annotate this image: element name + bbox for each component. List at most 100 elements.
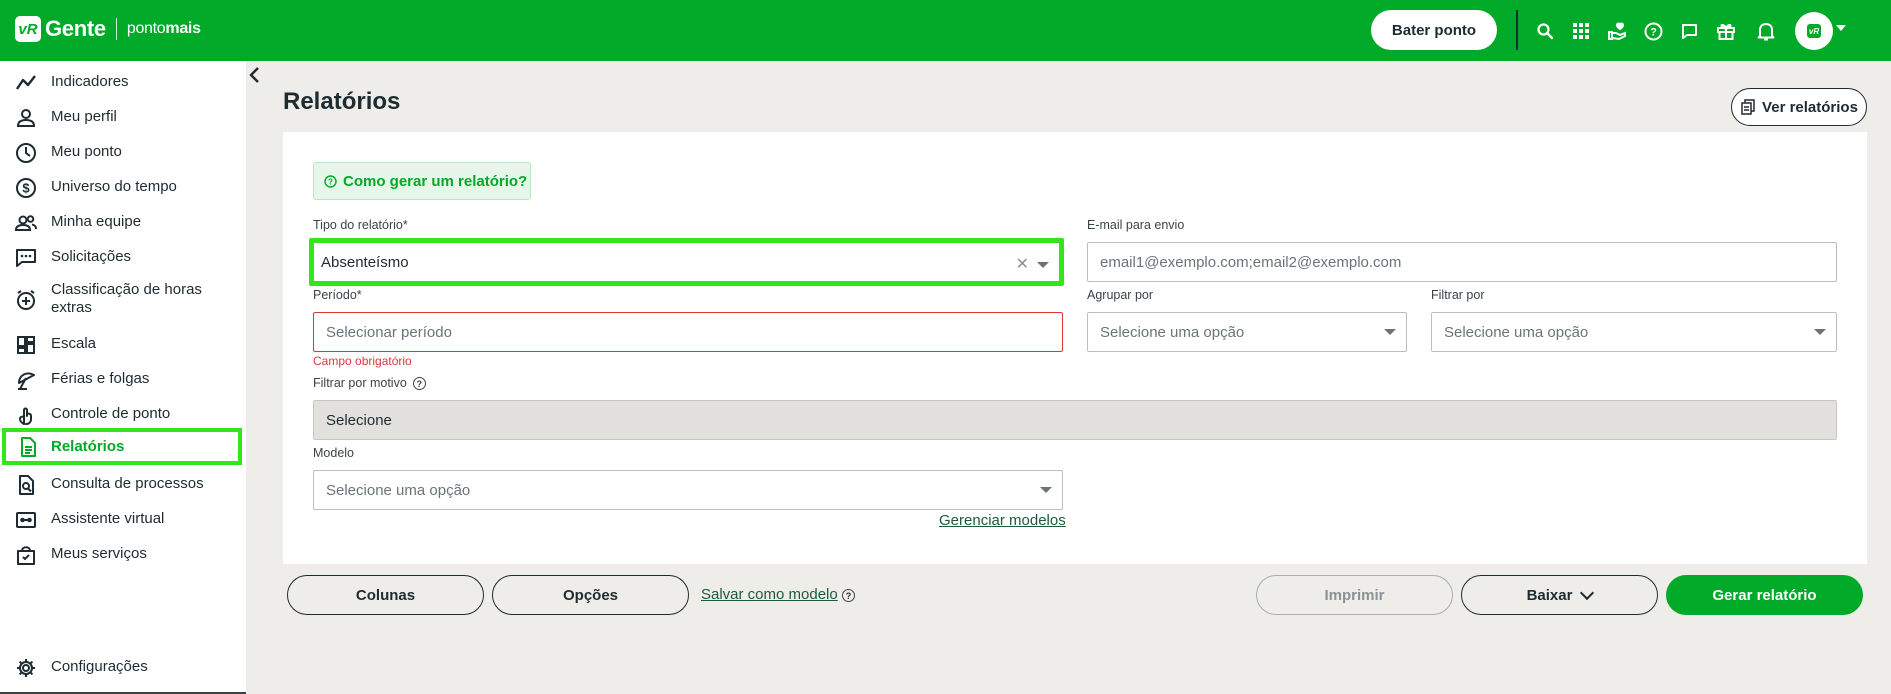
top-bar: vR Gente pontomais Bater ponto ? vR (0, 0, 1891, 61)
help-icon[interactable]: ? (1642, 20, 1664, 42)
sidebar-item-label: Escala (51, 335, 97, 352)
sidebar-item-ferias-folgas[interactable]: Férias e folgas (0, 367, 246, 391)
email-placeholder: email1@exemplo.com;email2@exemplo.com (1100, 253, 1402, 271)
sidebar-item-label: Assistente virtual (51, 510, 165, 527)
agrupar-select[interactable]: Selecione uma opção (1087, 312, 1407, 352)
agrupar-label: Agrupar por (1087, 288, 1154, 302)
handshake-icon[interactable] (1606, 20, 1628, 42)
gerar-relatorio-button[interactable]: Gerar relatório (1666, 575, 1863, 615)
clock-icon (15, 142, 37, 164)
user-avatar[interactable]: vR (1795, 12, 1833, 50)
sidebar-item-label: Meus serviços (51, 545, 147, 562)
fingerprint-icon (15, 404, 37, 426)
baixar-button[interactable]: Baixar (1461, 575, 1658, 615)
chevron-down-icon (1580, 585, 1595, 600)
baixar-label: Baixar (1526, 586, 1573, 604)
document-icon (17, 436, 39, 458)
chevron-down-icon (1384, 329, 1396, 335)
ver-relatorios-button[interactable]: Ver relatórios (1731, 88, 1867, 126)
periodo-error: Campo obrigatório (313, 354, 412, 368)
team-icon (14, 212, 37, 234)
sidebar-item-label: Minha equipe (51, 213, 142, 230)
gerenciar-modelos-link[interactable]: Gerenciar modelos (939, 512, 1066, 529)
sidebar-item-meu-ponto[interactable]: Meu ponto (0, 140, 246, 164)
logo-gente-text: Gente (45, 16, 106, 41)
gift-icon[interactable] (1715, 20, 1737, 42)
gear-icon (15, 657, 37, 679)
sidebar-item-universo-do-tempo[interactable]: $ Universo do tempo (0, 175, 246, 199)
page-title: Relatórios (283, 88, 401, 115)
salvar-modelo-link[interactable]: Salvar como modelo (701, 586, 838, 603)
periodo-placeholder: Selecionar período (326, 323, 452, 341)
imprimir-button: Imprimir (1256, 575, 1453, 615)
clear-icon[interactable]: ✕ (1016, 254, 1029, 274)
bell-icon[interactable] (1755, 20, 1777, 42)
filtrar-label: Filtrar por (1431, 288, 1485, 302)
sidebar-item-configuracoes[interactable]: Configurações (0, 655, 246, 679)
sidebar-item-meus-servicos[interactable]: Meus serviços (0, 542, 246, 566)
periodo-input[interactable]: Selecionar período (313, 312, 1063, 352)
help-icon[interactable]: ? (412, 377, 426, 391)
modelo-select[interactable]: Selecione uma opção (313, 470, 1063, 510)
email-input[interactable]: email1@exemplo.com;email2@exemplo.com (1087, 242, 1837, 282)
filtrar-placeholder: Selecione uma opção (1444, 323, 1589, 341)
colunas-button[interactable]: Colunas (287, 575, 484, 615)
motivo-label: Filtrar por motivo? (313, 376, 426, 391)
collapse-sidebar-icon[interactable] (248, 66, 266, 84)
sidebar-item-label: Universo do tempo (51, 178, 177, 195)
motivo-select: Selecione (313, 400, 1837, 440)
opcoes-button[interactable]: Opções (492, 575, 689, 615)
trend-icon (15, 72, 37, 94)
sidebar-item-meu-perfil[interactable]: Meu perfil (0, 105, 246, 129)
sidebar-item-label: Configurações (51, 658, 148, 675)
sidebar-item-indicadores[interactable]: Indicadores (0, 70, 246, 94)
sidebar-item-relatorios[interactable]: Relatórios (2, 428, 242, 465)
motivo-value: Selecione (326, 411, 392, 429)
app-logo[interactable]: vR Gente pontomais (15, 16, 201, 42)
user-icon (15, 107, 37, 129)
sidebar-item-label: Relatórios (51, 438, 125, 455)
sidebar-item-label: Indicadores (51, 73, 129, 90)
sidebar-item-assistente-virtual[interactable]: Assistente virtual (0, 507, 246, 531)
logo-ponto-text: ponto (126, 20, 166, 37)
search-icon[interactable] (1534, 20, 1556, 42)
apps-grid-icon[interactable] (1570, 20, 1592, 42)
help-icon[interactable]: ? (842, 589, 855, 602)
bot-icon (15, 509, 37, 531)
modelo-placeholder: Selecione uma opção (326, 481, 471, 499)
svg-text:$: $ (22, 181, 30, 196)
motivo-label-text: Filtrar por motivo (313, 376, 407, 390)
chevron-down-icon (1814, 329, 1826, 335)
sidebar-item-label: Solicitações (51, 248, 132, 265)
chevron-down-icon (1040, 487, 1052, 493)
tipo-relatorio-select[interactable]: Absenteísmo ✕ (309, 238, 1064, 286)
chevron-down-icon[interactable] (1836, 25, 1846, 31)
chevron-down-icon (1037, 262, 1049, 268)
message-icon (15, 247, 37, 269)
sidebar-item-escala[interactable]: Escala (0, 332, 246, 356)
logo-mais-text: mais (165, 20, 201, 37)
avatar-badge: vR (1807, 24, 1821, 38)
sidebar-item-consulta-processos[interactable]: Consulta de processos (0, 472, 246, 496)
how-to-generate-report-link[interactable]: ? Como gerar um relatório? (313, 162, 531, 200)
sidebar-item-minha-equipe[interactable]: Minha equipe (0, 210, 246, 234)
sidebar-item-label: Consulta de processos (51, 475, 204, 492)
logo-pontomais: pontomais (127, 20, 201, 38)
clock-plus-icon (15, 289, 37, 311)
sidebar-item-solicitacoes[interactable]: Solicitações (0, 245, 246, 269)
chat-icon[interactable] (1678, 20, 1700, 42)
reports-icon (1741, 99, 1755, 115)
logo-separator (115, 18, 117, 40)
svg-text:?: ? (1650, 26, 1657, 38)
umbrella-icon (15, 369, 37, 391)
periodo-label: Período* (313, 288, 362, 302)
sidebar-item-label: Meu ponto (51, 143, 122, 160)
filtrar-select[interactable]: Selecione uma opção (1431, 312, 1837, 352)
sidebar-item-classificacao-horas-extras[interactable]: Classificação de horas extras (0, 280, 246, 320)
bater-ponto-button[interactable]: Bater ponto (1371, 10, 1497, 50)
tipo-relatorio-label: Tipo do relatório* (313, 218, 408, 232)
sidebar-item-controle-de-ponto[interactable]: Controle de ponto (0, 402, 246, 426)
modelo-label: Modelo (313, 446, 354, 460)
dollar-circle-icon: $ (15, 177, 37, 199)
dashboard-icon (15, 334, 37, 356)
